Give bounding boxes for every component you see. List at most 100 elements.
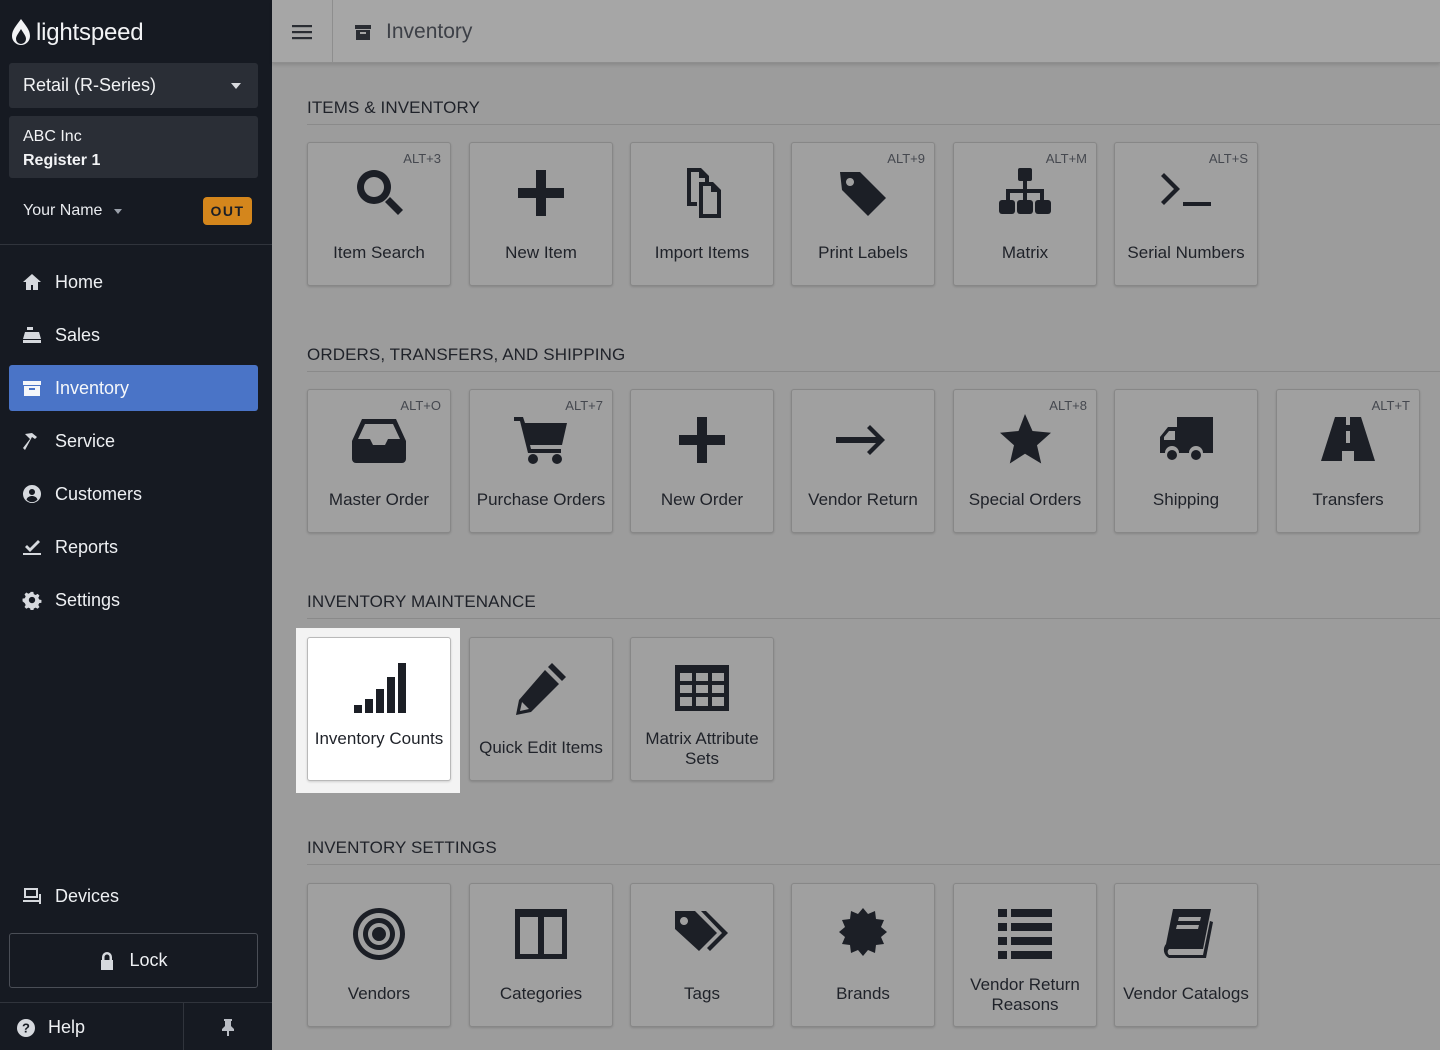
lightspeed-logo[interactable]: lightspeed bbox=[10, 16, 144, 50]
tile-transfers[interactable]: ALT+T Transfers bbox=[1276, 389, 1420, 533]
tile-serial-numbers[interactable]: ALT+S Serial Numbers bbox=[1114, 142, 1258, 286]
sidebar-item-label: Reports bbox=[55, 536, 119, 557]
tile-label: Purchase Orders bbox=[476, 490, 606, 509]
plus-icon bbox=[631, 412, 773, 468]
logo-text: lightspeed bbox=[36, 19, 144, 46]
tile-vendor-return-reasons[interactable]: Vendor Return Reasons bbox=[953, 883, 1097, 1027]
star-icon bbox=[954, 412, 1096, 468]
desktop-icon bbox=[23, 888, 41, 904]
caret-down-icon bbox=[231, 83, 241, 89]
pin-icon bbox=[222, 1019, 234, 1036]
user-menu[interactable]: Your Name OUT bbox=[23, 196, 252, 226]
tile-brands[interactable]: Brands bbox=[791, 883, 935, 1027]
tile-label: Print Labels bbox=[818, 243, 908, 262]
certificate-icon bbox=[792, 906, 934, 962]
section-divider bbox=[307, 371, 1440, 372]
sidebar-item-label: Service bbox=[55, 430, 116, 451]
menu-toggle-button[interactable] bbox=[272, 0, 333, 63]
section-divider bbox=[307, 864, 1440, 865]
sidebar-item-home[interactable]: Home bbox=[9, 259, 258, 305]
help-label: Help bbox=[48, 1017, 86, 1037]
shortcut-label: ALT+T bbox=[1371, 398, 1410, 413]
store-select[interactable]: Retail (R-Series) bbox=[9, 63, 258, 108]
lock-button[interactable]: Lock bbox=[9, 933, 258, 988]
tile-label: Categories bbox=[499, 984, 583, 1003]
company-name: ABC Inc bbox=[23, 128, 82, 145]
hamburger-icon bbox=[292, 24, 312, 39]
tile-matrix[interactable]: ALT+M Matrix bbox=[953, 142, 1097, 286]
sidebar-item-inventory[interactable]: Inventory bbox=[9, 365, 258, 411]
tile-label: Brands bbox=[836, 984, 890, 1003]
pencil-icon bbox=[470, 660, 612, 716]
user-circle-icon bbox=[22, 484, 42, 504]
arrow-right-icon bbox=[792, 412, 934, 468]
tile-quick-edit-items[interactable]: Quick Edit Items bbox=[469, 637, 613, 781]
road-icon bbox=[1277, 412, 1419, 468]
tags-icon bbox=[631, 906, 773, 962]
tile-vendor-return[interactable]: Vendor Return bbox=[791, 389, 935, 533]
store-select-value: Retail (R-Series) bbox=[23, 75, 157, 95]
gear-icon bbox=[22, 590, 42, 610]
tile-matrix-attribute-sets[interactable]: Matrix Attribute Sets bbox=[630, 637, 774, 781]
sitemap-icon bbox=[954, 165, 1096, 221]
tile-label: Matrix Attribute Sets bbox=[645, 729, 759, 768]
tile-label: Matrix bbox=[1001, 243, 1049, 262]
lock-label: Lock bbox=[129, 950, 168, 970]
user-name: Your Name bbox=[23, 202, 103, 219]
caret-down-icon bbox=[114, 208, 123, 214]
sidebar-footer: ? Help bbox=[0, 1002, 272, 1050]
terminal-icon bbox=[1115, 165, 1257, 221]
tile-purchase-orders[interactable]: ALT+7 Purchase Orders bbox=[469, 389, 613, 533]
tile-label: Quick Edit Items bbox=[479, 738, 603, 757]
sidebar-item-label: Inventory bbox=[55, 377, 130, 398]
section-title-maintenance: INVENTORY MAINTENANCE bbox=[307, 592, 536, 611]
tile-inventory-counts[interactable]: Inventory Counts bbox=[307, 637, 451, 781]
tile-tags[interactable]: Tags bbox=[630, 883, 774, 1027]
clock-out-badge[interactable]: OUT bbox=[203, 197, 252, 225]
tile-shipping[interactable]: Shipping bbox=[1114, 389, 1258, 533]
sidebar-item-settings[interactable]: Settings bbox=[9, 577, 258, 623]
sidebar-item-service[interactable]: Service bbox=[9, 418, 258, 464]
register-name: Register 1 bbox=[23, 152, 101, 169]
sidebar-item-reports[interactable]: Reports bbox=[9, 524, 258, 570]
flame-icon bbox=[12, 19, 30, 45]
tile-special-orders[interactable]: ALT+8 Special Orders bbox=[953, 389, 1097, 533]
section-title-orders: ORDERS, TRANSFERS, AND SHIPPING bbox=[307, 345, 626, 364]
register-icon bbox=[22, 325, 42, 345]
tile-label: Master Order bbox=[328, 490, 430, 509]
shortcut-label: ALT+3 bbox=[403, 151, 441, 166]
list-icon bbox=[954, 906, 1096, 962]
tile-label: Inventory Counts bbox=[314, 729, 444, 748]
help-button[interactable]: ? Help bbox=[16, 1017, 85, 1038]
tile-import-items[interactable]: Import Items bbox=[630, 142, 774, 286]
help-circle-icon: ? bbox=[17, 1018, 35, 1037]
tile-new-order[interactable]: New Order bbox=[630, 389, 774, 533]
section-divider bbox=[307, 124, 1440, 125]
sidebar-item-sales[interactable]: Sales bbox=[9, 312, 258, 358]
sidebar-item-devices[interactable]: Devices bbox=[22, 880, 119, 912]
sidebar-item-customers[interactable]: Customers bbox=[9, 471, 258, 517]
tile-label: Transfers bbox=[1312, 490, 1384, 509]
section-title-settings: INVENTORY SETTINGS bbox=[307, 838, 497, 857]
tile-item-search[interactable]: ALT+3 Item Search bbox=[307, 142, 451, 286]
devices-label: Devices bbox=[55, 885, 120, 906]
pin-sidebar-button[interactable] bbox=[183, 1003, 272, 1050]
tile-label: Serial Numbers bbox=[1127, 243, 1245, 262]
main-content: ITEMS & INVENTORY ALT+3 Item Search New … bbox=[272, 64, 1440, 1050]
register-info[interactable]: ABC Inc Register 1 bbox=[9, 116, 258, 178]
plus-icon bbox=[470, 165, 612, 221]
tile-new-item[interactable]: New Item bbox=[469, 142, 613, 286]
tile-label: Vendor Catalogs bbox=[1123, 984, 1249, 1003]
tile-categories[interactable]: Categories bbox=[469, 883, 613, 1027]
tile-vendors[interactable]: Vendors bbox=[307, 883, 451, 1027]
tile-print-labels[interactable]: ALT+9 Print Labels bbox=[791, 142, 935, 286]
sidebar: lightspeed Retail (R-Series) ABC Inc Reg… bbox=[0, 0, 272, 1050]
tile-vendor-catalogs[interactable]: Vendor Catalogs bbox=[1114, 883, 1258, 1027]
tile-label: New Order bbox=[660, 490, 744, 509]
tile-master-order[interactable]: ALT+O Master Order bbox=[307, 389, 451, 533]
tile-label: Item Search bbox=[333, 243, 425, 262]
lock-icon bbox=[101, 951, 114, 970]
truck-icon bbox=[1115, 412, 1257, 468]
cart-icon bbox=[470, 412, 612, 468]
tile-label: Vendor Return Reasons bbox=[970, 975, 1080, 1014]
